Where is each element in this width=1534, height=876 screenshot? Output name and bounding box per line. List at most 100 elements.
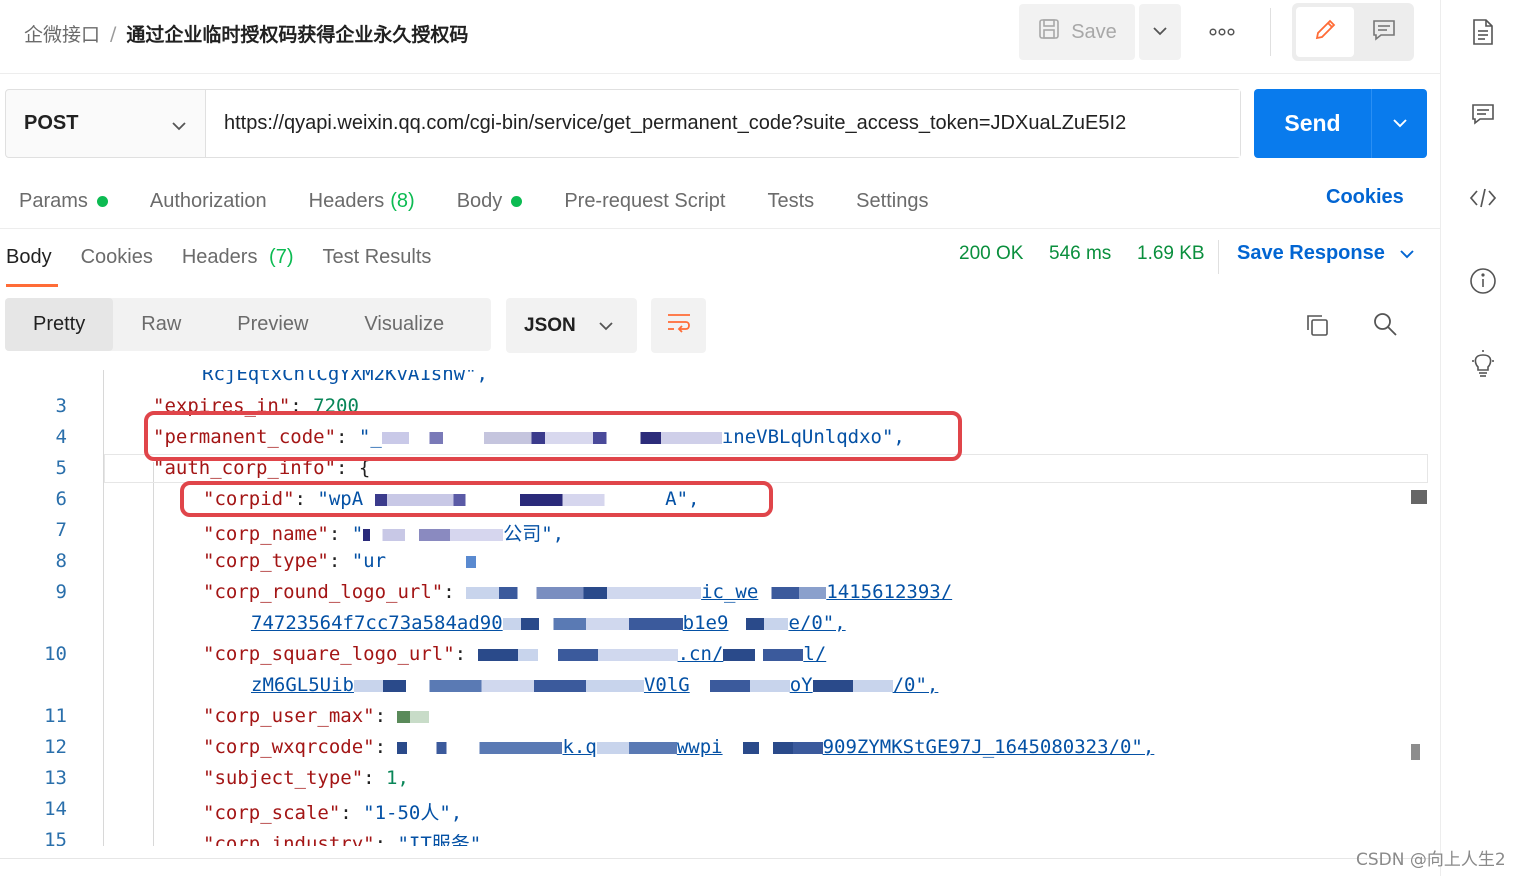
tab-label: Pre-request Script (564, 189, 726, 212)
copy-icon (1304, 312, 1330, 343)
code-key: "subject_type" (203, 767, 364, 789)
line-number: 4 (55, 426, 67, 448)
tab-headers[interactable]: Headers (8) (309, 190, 415, 213)
wrap-lines-icon (665, 311, 693, 340)
chevron-down-icon (171, 114, 187, 137)
tab-count: (7) (269, 245, 294, 268)
search-icon (1372, 311, 1398, 342)
status-dot (511, 195, 523, 207)
code-value: ic_we (701, 581, 759, 603)
line-number: 12 (44, 736, 67, 758)
code-icon[interactable] (1465, 180, 1501, 216)
response-tab-test-results[interactable]: Test Results (322, 246, 431, 269)
lightbulb-icon[interactable] (1465, 345, 1501, 381)
cookies-link[interactable]: Cookies (1326, 186, 1404, 209)
tab-pre-request-script[interactable]: Pre-request Script (564, 190, 725, 213)
tab-label: Headers (308, 189, 385, 212)
line-number: 11 (44, 705, 67, 727)
code-value: "ur (351, 550, 387, 572)
line-number: 9 (55, 581, 67, 603)
code-key: "corp_round_logo_url" (203, 581, 444, 603)
code-line: "corp_wxqrcode": k.q wwpi 909ZYMKStGE97J_1… (203, 736, 1155, 758)
breadcrumb-separator: / (110, 22, 117, 45)
code-value: " (351, 523, 364, 545)
view-pretty[interactable]: Pretty (5, 298, 114, 351)
redacted-value (477, 648, 678, 661)
document-icon[interactable] (1465, 14, 1501, 50)
send-options-button[interactable] (1372, 89, 1427, 158)
line-number: 10 (44, 643, 67, 665)
indent-guide (153, 462, 154, 846)
view-raw[interactable]: Raw (113, 298, 209, 351)
request-title[interactable]: 通过企业临时授权码获得企业永久授权码 (126, 20, 468, 47)
breadcrumb-collection[interactable]: 企微接口 (24, 20, 100, 47)
tab-label: Tests (767, 189, 815, 212)
request-tabs: Params Authorization Headers (8) Body Pre… (19, 186, 970, 216)
tab-label: Authorization (149, 189, 267, 212)
send-button[interactable]: Send (1254, 89, 1372, 158)
http-method-value: POST (24, 112, 79, 134)
scrollbar-thumb[interactable] (1411, 490, 1427, 504)
save-response-button[interactable]: Save Response (1237, 242, 1415, 265)
code-value: wwpi (676, 736, 723, 758)
code-value: oY (789, 674, 813, 696)
code-key: "corp_square_logo_url" (203, 643, 455, 665)
redacted-value (596, 741, 677, 754)
line-number: 13 (44, 767, 67, 789)
redacted-value (386, 555, 487, 568)
comment-icon[interactable] (1465, 96, 1501, 132)
toolbar-divider (1270, 8, 1271, 56)
wrap-lines-button[interactable] (651, 298, 706, 353)
code-line: "corp_type": "ur (203, 550, 487, 572)
code-value: l/ (803, 643, 827, 665)
comment-icon (1371, 17, 1397, 48)
redacted-value (728, 617, 789, 630)
tab-params[interactable]: Params (19, 190, 108, 213)
tab-label: Headers (181, 245, 258, 268)
chevron-down-icon (1399, 242, 1415, 265)
edit-mode-button[interactable] (1296, 7, 1354, 57)
response-tab-cookies[interactable]: Cookies (81, 246, 153, 269)
code-value: .cn/ (677, 643, 724, 665)
view-visualize[interactable]: Visualize (336, 298, 472, 351)
line-number: 14 (44, 798, 67, 820)
breadcrumb: 企微接口 / 通过企业临时授权码获得企业永久授权码 (24, 20, 468, 47)
view-preview[interactable]: Preview (209, 298, 336, 351)
redacted-value (689, 679, 790, 692)
response-size[interactable]: 1.69 KB (1137, 243, 1205, 265)
response-time[interactable]: 546 ms (1049, 243, 1111, 265)
code-key: "corp_name" (203, 523, 329, 545)
send-button-group: Send (1254, 89, 1427, 158)
status-code[interactable]: 200 OK (959, 243, 1023, 265)
response-tab-headers[interactable]: Headers (7) (182, 246, 294, 269)
code-key: "corp_industry" (203, 833, 375, 846)
format-select[interactable]: JSON (506, 298, 637, 353)
view-mode-toggle (1292, 3, 1414, 61)
save-options-button[interactable] (1139, 4, 1181, 60)
save-button[interactable]: Save (1019, 4, 1135, 60)
response-tab-body[interactable]: Body (6, 246, 58, 287)
tab-authorization[interactable]: Authorization (150, 190, 267, 213)
highlight-box-corpid (180, 481, 773, 517)
info-icon[interactable] (1465, 263, 1501, 299)
code-value: b1e9 (682, 612, 729, 634)
code-line: "corp_square_logo_url": .cn/l/ (203, 643, 827, 665)
tab-tests[interactable]: Tests (767, 190, 814, 213)
http-method-select[interactable]: POST (6, 90, 206, 157)
line-number: 7 (55, 519, 67, 541)
copy-button[interactable] (1300, 310, 1334, 344)
code-value: k.q (562, 736, 597, 758)
code-value: 公司", (503, 523, 565, 545)
status-bar-divider (0, 858, 1440, 859)
tab-settings[interactable]: Settings (856, 190, 928, 213)
code-key: "corp_scale" (203, 802, 341, 824)
code-line: "corp_round_logo_url": ic_we 1415612393/ (203, 581, 953, 603)
url-input[interactable]: https://qyapi.weixin.qq.com/cgi-bin/serv… (206, 90, 1240, 157)
code-value: 1, (386, 767, 409, 789)
documentation-mode-button[interactable] (1358, 7, 1410, 57)
redacted-value (397, 741, 563, 754)
tab-body[interactable]: Body (457, 190, 523, 213)
more-actions-button[interactable] (1200, 14, 1244, 50)
search-button[interactable] (1368, 309, 1402, 343)
code-line: "subject_type": 1, (203, 767, 409, 789)
